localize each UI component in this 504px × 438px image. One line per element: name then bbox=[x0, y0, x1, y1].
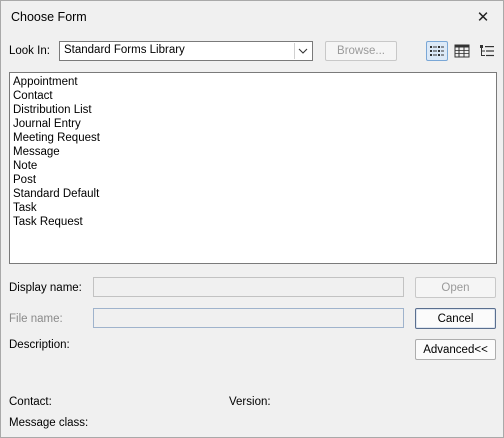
message-class-label: Message class: bbox=[9, 417, 89, 429]
look-in-value: Standard Forms Library bbox=[64, 44, 185, 56]
tree-view-button[interactable] bbox=[476, 41, 498, 61]
look-in-dropdown[interactable]: Standard Forms Library bbox=[59, 41, 313, 61]
close-icon: ✕ bbox=[476, 9, 490, 26]
cancel-button-label: Cancel bbox=[437, 312, 474, 325]
list-view-icon bbox=[430, 46, 444, 56]
browse-button-label: Browse... bbox=[337, 45, 385, 57]
open-button[interactable]: Open bbox=[415, 277, 496, 298]
list-item[interactable]: Appointment bbox=[13, 75, 493, 89]
list-item[interactable]: Note bbox=[13, 159, 493, 173]
title-bar: Choose Form ✕ bbox=[1, 1, 503, 33]
cancel-button[interactable]: Cancel bbox=[415, 308, 496, 329]
description-label: Description: bbox=[9, 339, 70, 351]
choose-form-dialog: Choose Form ✕ Look In: Standard Forms Li… bbox=[0, 0, 504, 438]
file-name-field[interactable] bbox=[93, 308, 404, 328]
details-view-icon bbox=[454, 44, 470, 58]
chevron-down-icon bbox=[294, 43, 311, 59]
look-in-label: Look In: bbox=[9, 45, 50, 57]
version-label: Version: bbox=[229, 396, 271, 408]
list-item[interactable]: Meeting Request bbox=[13, 131, 493, 145]
browse-button[interactable]: Browse... bbox=[325, 41, 397, 61]
list-item[interactable]: Standard Default bbox=[13, 187, 493, 201]
list-item[interactable]: Message bbox=[13, 145, 493, 159]
window-title: Choose Form bbox=[11, 10, 87, 24]
advanced-button[interactable]: Advanced<< bbox=[415, 339, 496, 360]
list-item[interactable]: Journal Entry bbox=[13, 117, 493, 131]
list-item[interactable]: Contact bbox=[13, 89, 493, 103]
open-button-label: Open bbox=[441, 281, 470, 294]
forms-list[interactable]: Appointment Contact Distribution List Jo… bbox=[9, 72, 497, 264]
file-name-label: File name: bbox=[9, 313, 63, 325]
details-view-button[interactable] bbox=[451, 41, 473, 61]
list-item[interactable]: Task bbox=[13, 201, 493, 215]
list-item[interactable]: Post bbox=[13, 173, 493, 187]
contact-label: Contact: bbox=[9, 396, 52, 408]
list-item[interactable]: Task Request bbox=[13, 215, 493, 229]
list-view-button[interactable] bbox=[426, 41, 448, 61]
list-item[interactable]: Distribution List bbox=[13, 103, 493, 117]
tree-view-icon bbox=[480, 45, 494, 57]
close-button[interactable]: ✕ bbox=[463, 1, 503, 33]
advanced-button-label: Advanced<< bbox=[423, 343, 488, 356]
display-name-field[interactable] bbox=[93, 277, 404, 297]
display-name-label: Display name: bbox=[9, 282, 82, 294]
